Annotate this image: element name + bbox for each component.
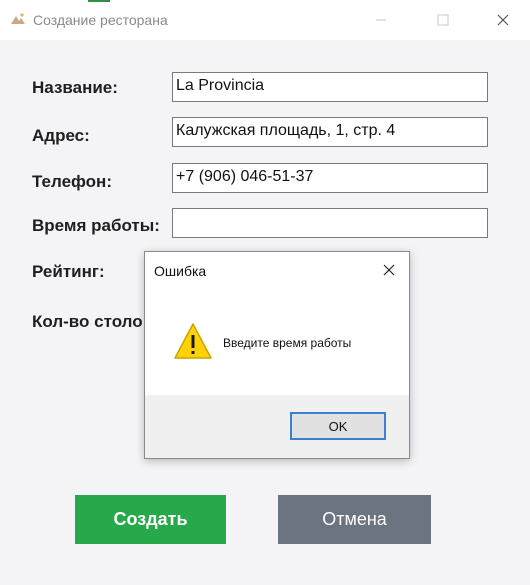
dialog-footer: OK: [145, 395, 409, 458]
close-icon: [497, 14, 509, 26]
address-field[interactable]: Калужская площадь, 1, стр. 4: [172, 117, 488, 147]
dialog-close-button[interactable]: [381, 262, 397, 278]
address-label: Адрес:: [32, 126, 90, 145]
create-button[interactable]: Создать: [75, 495, 226, 544]
hours-field[interactable]: [172, 208, 488, 238]
rating-label: Рейтинг:: [32, 262, 105, 281]
cancel-button[interactable]: Отмена: [278, 495, 431, 544]
minimize-icon: [376, 19, 386, 21]
phone-label: Телефон:: [32, 172, 112, 191]
maximize-button[interactable]: [420, 0, 466, 40]
tables-label: Кол-во столо: [32, 312, 143, 331]
window-title: Создание ресторана: [33, 12, 168, 28]
dialog-message: Введите время работы: [223, 336, 352, 350]
app-icon: [10, 11, 26, 27]
hours-label: Время работы:: [32, 216, 160, 235]
ok-button[interactable]: OK: [290, 412, 386, 440]
window-titlebar: Создание ресторана: [0, 0, 530, 40]
titlebar-accent: [88, 0, 110, 2]
minimize-button[interactable]: [358, 0, 404, 40]
name-field[interactable]: La Provincia: [172, 72, 488, 102]
dialog-title: Ошибка: [154, 263, 207, 279]
warning-icon: [173, 322, 213, 360]
phone-field[interactable]: +7 (906) 046-51-37: [172, 163, 488, 193]
error-dialog: Ошибка Введите время работы OK: [144, 251, 410, 459]
close-window-button[interactable]: [480, 0, 526, 40]
maximize-icon: [437, 14, 449, 26]
close-icon: [383, 264, 395, 276]
name-label: Название:: [32, 78, 118, 97]
